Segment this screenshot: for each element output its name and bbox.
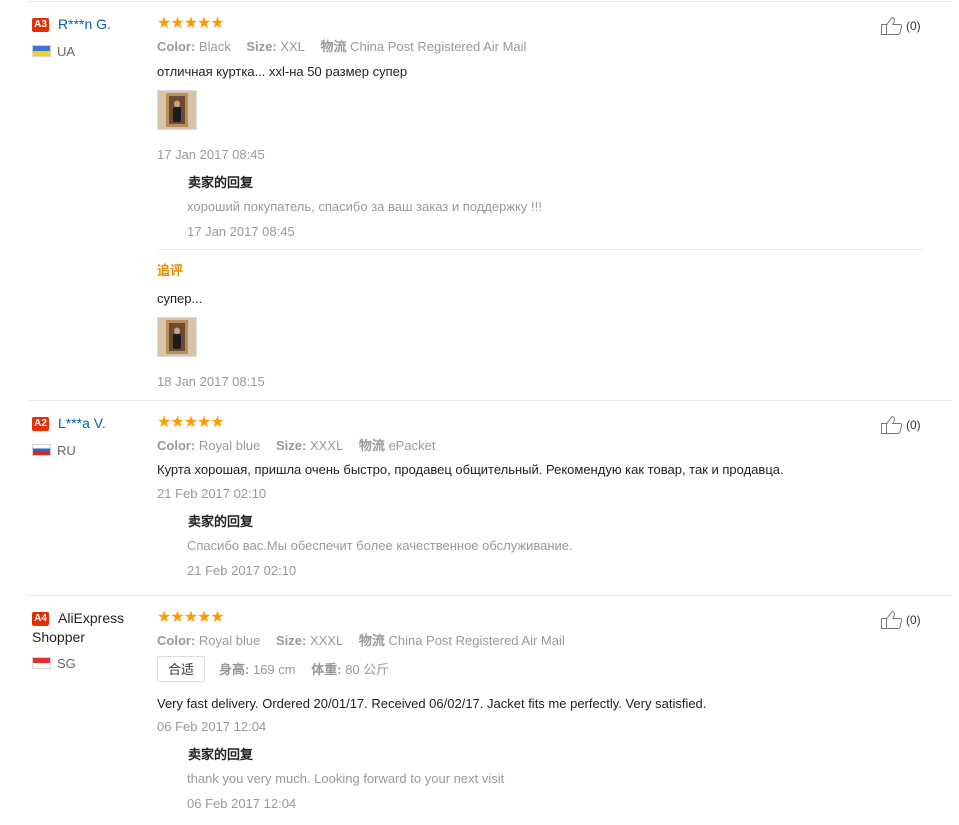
buyer-country: SG — [57, 656, 76, 671]
height-label: 身高: — [219, 662, 250, 677]
review-date: 06 Feb 2017 12:04 — [157, 719, 267, 734]
weight-value: 80 公斤 — [345, 662, 390, 677]
weight-label: 体重: — [311, 662, 342, 677]
buyer-country: UA — [57, 44, 76, 59]
divider — [28, 595, 952, 596]
like-count: (0) — [906, 418, 921, 432]
review-photo-thumbnail[interactable] — [157, 90, 197, 130]
like-button[interactable]: (0) — [880, 610, 930, 630]
color-label: Color: — [157, 39, 196, 54]
buyer-country: RU — [57, 443, 76, 458]
seller-reply-text: thank you very much. Looking forward to … — [187, 771, 505, 786]
like-count: (0) — [906, 613, 921, 627]
additional-review-text: супер... — [157, 291, 203, 306]
shipping-value: ePacket — [388, 438, 436, 453]
like-button[interactable]: (0) — [880, 415, 930, 435]
review-date: 17 Jan 2017 08:45 — [157, 147, 265, 162]
size-label: Size: — [246, 39, 277, 54]
shipping-label: 物流 — [358, 438, 385, 453]
seller-reply-date: 21 Feb 2017 02:10 — [187, 563, 297, 578]
shipping-value: China Post Registered Air Mail — [388, 633, 565, 648]
like-count: (0) — [906, 19, 921, 33]
seller-reply-date: 06 Feb 2017 12:04 — [187, 796, 297, 811]
thumbs-up-icon — [881, 611, 903, 629]
singapore-flag-icon — [32, 657, 51, 669]
buyer-level-badge: A3 — [32, 18, 49, 32]
divider — [28, 400, 952, 401]
buyer-level-badge: A2 — [32, 417, 49, 431]
russia-flag-icon — [32, 444, 51, 456]
like-button[interactable]: (0) — [880, 16, 930, 36]
buyer-name-link[interactable]: R***n G. — [58, 16, 111, 33]
star-rating: ★★★★★ — [157, 609, 225, 626]
height-value: 169 cm — [252, 662, 296, 677]
review-date: 21 Feb 2017 02:10 — [157, 486, 267, 501]
divider — [28, 1, 952, 2]
shipping-value: China Post Registered Air Mail — [350, 39, 527, 54]
star-rating: ★★★★★ — [157, 414, 225, 431]
color-value: Royal blue — [198, 438, 261, 453]
fit-tag: 合适 — [157, 656, 206, 682]
review-text: Курта хорошая, пришла очень быстро, прод… — [157, 462, 784, 477]
seller-reply-date: 17 Jan 2017 08:45 — [187, 224, 295, 239]
star-rating: ★★★★★ — [157, 15, 225, 32]
size-label: Size: — [275, 438, 307, 453]
seller-reply-text: хороший покупатель, спасибо за ваш заказ… — [187, 199, 542, 214]
shipping-label: 物流 — [320, 39, 347, 54]
seller-reply-text: Спасибо вас.Мы обеспечит более качествен… — [187, 538, 573, 553]
order-info: Color: Black Size: XXL 物流 China Post Reg… — [157, 39, 538, 54]
order-info: Color: Royal blue Size: XXXL 物流 China Po… — [157, 633, 577, 648]
thumbs-up-icon — [881, 416, 903, 434]
color-value: Royal blue — [198, 633, 261, 648]
divider — [157, 249, 922, 250]
buyer-name-link[interactable]: L***a V. — [58, 415, 106, 432]
review-photo-thumbnail[interactable] — [157, 317, 197, 357]
seller-reply-title: 卖家的回复 — [188, 514, 254, 529]
size-value: XXXL — [309, 438, 344, 453]
color-value: Black — [198, 39, 231, 54]
additional-review-label: 追评 — [157, 263, 184, 278]
color-label: Color: — [157, 633, 196, 648]
ukraine-flag-icon — [32, 45, 51, 57]
seller-reply-title: 卖家的回复 — [188, 175, 254, 190]
additional-review-date: 18 Jan 2017 08:15 — [157, 374, 265, 389]
seller-reply-title: 卖家的回复 — [188, 747, 254, 762]
shipping-label: 物流 — [358, 633, 385, 648]
review-text: Very fast delivery. Ordered 20/01/17. Re… — [157, 696, 707, 711]
body-measurements: 身高: 169 cm 体重: 80 公斤 — [219, 662, 389, 678]
order-info: Color: Royal blue Size: XXXL 物流 ePacket — [157, 438, 447, 453]
review-text: отличная куртка... xxl-на 50 размер супе… — [157, 64, 408, 79]
buyer-name: AliExpress Shopper — [32, 610, 125, 645]
color-label: Color: — [157, 438, 196, 453]
size-value: XXL — [280, 39, 305, 54]
thumbs-up-icon — [881, 17, 903, 35]
size-value: XXXL — [309, 633, 344, 648]
reviews-page: A3 R***n G. UA ★★★★★ Color: Black Size: … — [0, 0, 959, 825]
size-label: Size: — [275, 633, 307, 648]
